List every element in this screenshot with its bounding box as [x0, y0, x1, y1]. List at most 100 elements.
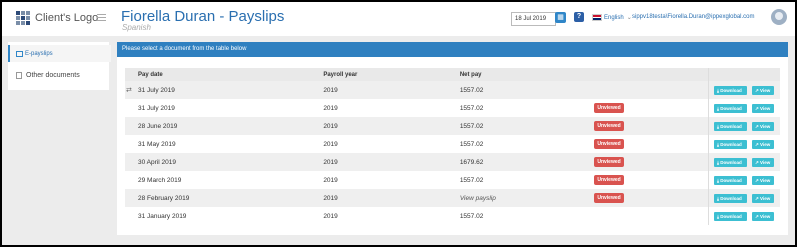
- pay-date: 31 July 2019: [138, 86, 175, 94]
- pay-date: 31 July 2019: [138, 104, 175, 112]
- download-label: Download: [720, 213, 742, 219]
- avatar[interactable]: [771, 9, 787, 25]
- pay-date: 31 May 2019: [138, 140, 176, 148]
- sidebar-item-label: E-payslips: [25, 50, 53, 57]
- pay-date: 28 June 2019: [125, 117, 324, 135]
- column-header-net-pay[interactable]: Net pay: [459, 68, 595, 81]
- net-pay: 1557.02: [459, 104, 484, 112]
- page-subtitle: Spanish: [122, 23, 151, 32]
- sidebar-item-label: Other documents: [26, 71, 80, 79]
- payroll-year: 2019: [323, 189, 460, 207]
- view-button[interactable]: ↗ View: [752, 175, 774, 185]
- table-row: 30 April 2019 2019 1679.62 Unviewed ⤓ Do…: [125, 153, 780, 171]
- view-payslip-link[interactable]: View payslip: [459, 189, 595, 207]
- document-icon: [16, 50, 23, 57]
- status-badge: Unviewed: [594, 121, 624, 131]
- language-label: English: [604, 14, 624, 21]
- menu-icon[interactable]: [97, 14, 106, 23]
- view-button[interactable]: ↗ View: [752, 211, 774, 221]
- table-header-row: Pay date Payroll year Net pay: [125, 68, 780, 81]
- net-pay: 1557.02: [459, 176, 484, 184]
- view-button[interactable]: ↗ View: [752, 121, 774, 131]
- net-pay: 1557.02: [459, 117, 595, 135]
- main-panel: Please select a document from the table …: [117, 42, 788, 235]
- share-icon[interactable]: ⇄: [126, 86, 132, 94]
- view-label: View: [760, 87, 771, 93]
- help-button[interactable]: ?: [574, 12, 584, 22]
- date-field[interactable]: 18 Jul 2019: [511, 12, 556, 26]
- download-label: Download: [720, 87, 742, 93]
- user-account[interactable]: sippv18testa\Fiorella.Duran@ippexglobal.…: [632, 14, 755, 20]
- download-label: Download: [720, 105, 742, 111]
- view-label: View: [760, 141, 771, 147]
- app-window: Client's Logo Fiorella Duran - Payslips …: [2, 2, 795, 245]
- pay-date: 28 February 2019: [125, 189, 324, 207]
- download-button[interactable]: ⤓ Download: [714, 121, 747, 131]
- client-logo[interactable]: Client's Logo: [16, 11, 98, 25]
- view-label: View: [760, 177, 771, 183]
- download-button[interactable]: ⤓ Download: [714, 211, 747, 221]
- status-badge: Unviewed: [594, 103, 624, 113]
- top-header: Client's Logo Fiorella Duran - Payslips …: [2, 2, 795, 36]
- view-button[interactable]: ↗ View: [752, 85, 774, 95]
- language-selector[interactable]: English ⌄: [592, 14, 632, 21]
- logo-text: Client's Logo: [35, 12, 99, 24]
- logo-grid-icon: [16, 11, 30, 25]
- download-button[interactable]: ⤓ Download: [714, 175, 747, 185]
- table-row: 28 February 2019 2019 View payslip Unvie…: [125, 189, 780, 207]
- download-label: Download: [720, 141, 742, 147]
- download-label: Download: [720, 177, 742, 183]
- payroll-year: 2019: [323, 212, 338, 220]
- download-label: Download: [720, 123, 742, 129]
- payroll-year: 2019: [323, 117, 460, 135]
- column-header-payroll-year[interactable]: Payroll year: [323, 68, 460, 81]
- pay-date: 29 March 2019: [138, 176, 182, 184]
- sidebar-item-e-payslips[interactable]: E-payslips: [8, 45, 111, 62]
- download-button[interactable]: ⤓ Download: [714, 85, 747, 95]
- pay-date: 30 April 2019: [125, 153, 324, 171]
- view-button[interactable]: ↗ View: [752, 193, 774, 203]
- status-badge: Unviewed: [594, 175, 624, 185]
- net-pay: 1557.02: [459, 81, 595, 99]
- view-label: View: [760, 159, 771, 165]
- table-row: 31 January 2019 2019 1557.02 ⤓ Download …: [125, 207, 780, 225]
- sidebar: E-payslips Other documents: [8, 42, 111, 90]
- table-row: 28 June 2019 2019 1557.02 Unviewed ⤓ Dow…: [125, 117, 780, 135]
- view-label: View: [760, 213, 771, 219]
- download-button[interactable]: ⤓ Download: [714, 193, 747, 203]
- download-button[interactable]: ⤓ Download: [714, 103, 747, 113]
- payroll-year: 2019: [323, 176, 338, 184]
- view-label: View: [760, 105, 771, 111]
- table-row: 29 March 2019 2019 1557.02 Unviewed ⤓ Do…: [125, 171, 780, 189]
- column-header-status: [594, 68, 709, 81]
- view-label: View: [760, 123, 771, 129]
- payroll-year: 2019: [323, 104, 338, 112]
- status-badge: Unviewed: [594, 157, 624, 167]
- net-pay: 1557.02: [459, 212, 484, 220]
- payroll-year: 2019: [323, 153, 460, 171]
- download-button[interactable]: ⤓ Download: [714, 139, 747, 149]
- instruction-banner: Please select a document from the table …: [117, 42, 788, 57]
- status-badge: Unviewed: [594, 193, 624, 203]
- download-label: Download: [720, 195, 742, 201]
- column-header-actions: [708, 68, 780, 81]
- net-pay: 1557.02: [459, 140, 484, 148]
- download-button[interactable]: ⤓ Download: [714, 157, 747, 167]
- pay-date: 31 January 2019: [138, 212, 187, 220]
- status-badge: Unviewed: [594, 139, 624, 149]
- payroll-year: 2019: [323, 140, 338, 148]
- sidebar-item-other-documents[interactable]: Other documents: [8, 68, 109, 82]
- file-icon: [16, 71, 22, 79]
- column-header-pay-date[interactable]: Pay date: [125, 68, 324, 81]
- view-button[interactable]: ↗ View: [752, 103, 774, 113]
- uk-flag-icon: [592, 14, 602, 21]
- view-button[interactable]: ↗ View: [752, 157, 774, 167]
- payroll-year: 2019: [323, 81, 460, 99]
- view-button[interactable]: ↗ View: [752, 139, 774, 149]
- table-row: 31 July 2019 2019 1557.02 Unviewed ⤓ Dow…: [125, 99, 780, 117]
- calendar-icon[interactable]: ▦: [555, 12, 566, 23]
- table-row: 31 May 2019 2019 1557.02 Unviewed ⤓ Down…: [125, 135, 780, 153]
- table-row: ⇄ 31 July 2019 2019 1557.02 ⤓ Download ↗ …: [125, 81, 780, 99]
- net-pay: 1679.62: [459, 153, 595, 171]
- chevron-down-icon: ⌄: [626, 15, 632, 21]
